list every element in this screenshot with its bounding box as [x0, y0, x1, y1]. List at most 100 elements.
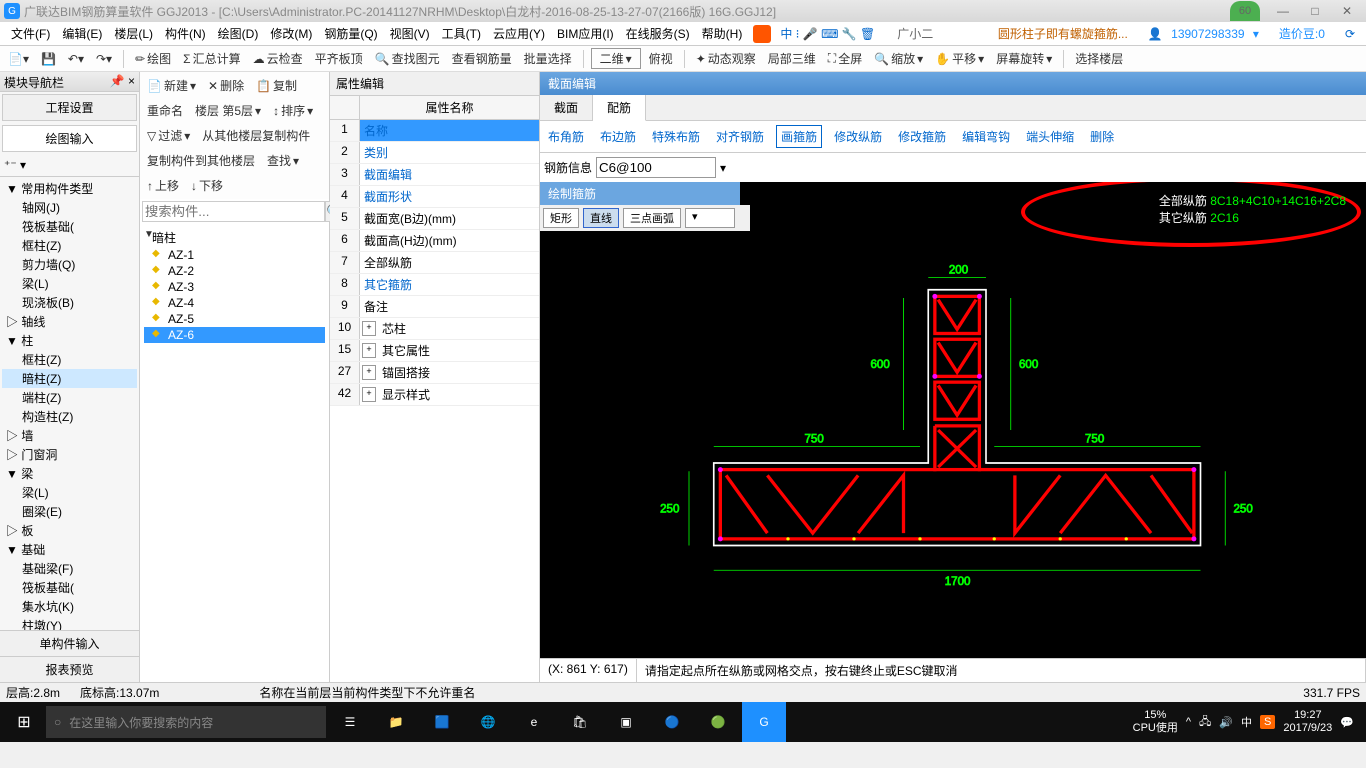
app-icon-5[interactable]: G [742, 702, 786, 742]
tree-item[interactable]: 筏板基础( [2, 578, 137, 597]
tree-item[interactable]: 现浇板(B) [2, 293, 137, 312]
start-button[interactable]: ⊞ [4, 702, 44, 742]
coin-label[interactable]: 造价豆:0 [1274, 23, 1330, 44]
ime-icon[interactable] [753, 25, 771, 43]
component-list[interactable]: 暗柱AZ-1AZ-2AZ-3AZ-4AZ-5AZ-6 [140, 224, 329, 682]
prop-row[interactable]: 5截面宽(B边)(mm) [330, 208, 539, 230]
notification-icon[interactable]: 💬 [1340, 716, 1354, 729]
folder-icon[interactable]: 📁 [374, 702, 418, 742]
fullscreen-button[interactable]: ⛶ 全屏 [824, 48, 866, 69]
copy-to-button[interactable]: 复制构件到其他楼层 [143, 150, 259, 171]
rebar-dropdown-icon[interactable]: ▾ [720, 161, 726, 175]
prop-row[interactable]: 15+其它属性 [330, 340, 539, 362]
arc-tool[interactable]: 三点画弧 [623, 208, 681, 228]
menu-modify[interactable]: 修改(M) [265, 23, 317, 44]
copy-comp-button[interactable]: 📋 复制 [252, 75, 301, 96]
line-tool[interactable]: 直线 [583, 208, 619, 228]
tab-rebar[interactable]: 配筋 [593, 95, 646, 121]
zoom-button[interactable]: 🔍 缩放 ▾ [870, 48, 927, 69]
align-button[interactable]: 平齐板顶 [311, 48, 367, 69]
tree-item[interactable]: 端柱(Z) [2, 388, 137, 407]
prop-row[interactable]: 2类别 [330, 142, 539, 164]
local3d-button[interactable]: 局部三维 [764, 48, 820, 69]
del-comp-button[interactable]: ✕ 删除 [204, 75, 248, 96]
list-item[interactable]: AZ-2 [144, 263, 325, 279]
draw-button[interactable]: ✏ 绘图 [131, 48, 175, 69]
menu-draw[interactable]: 绘图(D) [213, 23, 264, 44]
blank-select[interactable]: ▾ [685, 208, 735, 228]
report-tab[interactable]: 报表预览 [0, 656, 139, 682]
tree-item[interactable]: 框柱(Z) [2, 350, 137, 369]
tree-item[interactable]: 基础梁(F) [2, 559, 137, 578]
tree-item[interactable]: 筏板基础( [2, 217, 137, 236]
menu-online[interactable]: 在线服务(S) [621, 23, 695, 44]
close-button[interactable]: ✕ [1332, 1, 1362, 21]
edit-hook-button[interactable]: 编辑弯钩 [958, 126, 1014, 147]
prop-row[interactable]: 7全部纵筋 [330, 252, 539, 274]
search-input[interactable] [142, 201, 325, 222]
list-item[interactable]: AZ-3 [144, 279, 325, 295]
edge-rebar-button[interactable]: 布边筋 [596, 126, 640, 147]
tree-item[interactable]: 暗柱(Z) [2, 369, 137, 388]
new-comp-button[interactable]: 📄 新建 ▾ [143, 75, 200, 96]
prop-row[interactable]: 10+芯柱 [330, 318, 539, 340]
find-comp-button[interactable]: 查找 ▾ [263, 150, 303, 171]
prop-row[interactable]: 1名称 [330, 120, 539, 142]
select-floor-button[interactable]: 选择楼层 [1071, 48, 1127, 69]
move-down-button[interactable]: ↓ 下移 [187, 175, 227, 196]
cloud-check-button[interactable]: ☁ 云检查 [249, 48, 307, 69]
tree-item[interactable]: ▷ 轴线 [2, 312, 137, 331]
floor-select[interactable]: 楼层 第5层 ▾ [191, 100, 265, 121]
task-view-icon[interactable]: ☰ [328, 702, 372, 742]
tab-section[interactable]: 截面 [540, 95, 593, 120]
tree-item[interactable]: ▼ 柱 [2, 331, 137, 350]
app-icon-1[interactable]: 🟦 [420, 702, 464, 742]
pan-button[interactable]: ✋ 平移 ▾ [931, 48, 988, 69]
menu-bim[interactable]: BIM应用(I) [552, 23, 619, 44]
app-icon-4[interactable]: 🟢 [696, 702, 740, 742]
menu-floor[interactable]: 楼层(L) [109, 23, 158, 44]
top-view-button[interactable]: 俯视 [645, 48, 677, 69]
filter-button[interactable]: ▽ 过滤 ▾ [143, 125, 194, 146]
tree-item[interactable]: ▷ 门窗洞 [2, 445, 137, 464]
draw-hoop-button[interactable]: 画箍筋 [776, 125, 822, 148]
rebar-info-input[interactable] [596, 157, 716, 178]
cpu-meter[interactable]: 15%CPU使用 [1133, 709, 1178, 735]
drawing-canvas[interactable]: 绘制箍筋 矩形 直线 三点画弧 ▾ 全部纵筋 8C18+4C10+14C16+2… [540, 182, 1366, 658]
tray-net-icon[interactable]: 🖧 [1199, 713, 1211, 732]
corner-rebar-button[interactable]: 布角筋 [544, 126, 588, 147]
edge-icon[interactable]: e [512, 702, 556, 742]
mod-long-button[interactable]: 修改纵筋 [830, 126, 886, 147]
tree-item[interactable]: ▷ 墙 [2, 426, 137, 445]
tree-item[interactable]: 柱墩(Y) [2, 616, 137, 630]
menu-rebar[interactable]: 钢筋量(Q) [319, 23, 382, 44]
tab-draw[interactable]: 绘图输入 [2, 125, 137, 152]
undo-button[interactable]: ↶▾ [64, 50, 88, 68]
tree-item[interactable]: 梁(L) [2, 274, 137, 293]
redo-button[interactable]: ↷▾ [92, 50, 116, 68]
menu-tools[interactable]: 工具(T) [437, 23, 486, 44]
menu-cloud[interactable]: 云应用(Y) [488, 23, 550, 44]
tree-item[interactable]: 集水坑(K) [2, 597, 137, 616]
list-item[interactable]: AZ-6 [144, 327, 325, 343]
save-button[interactable]: 💾 [37, 50, 60, 68]
taskbar-search[interactable]: ○ 在这里输入你要搜索的内容 [46, 706, 326, 738]
prop-row[interactable]: 42+显示样式 [330, 384, 539, 406]
component-tree[interactable]: ▼ 常用构件类型 轴网(J) 筏板基础( 框柱(Z) 剪力墙(Q) 梁(L) 现… [0, 177, 139, 630]
maximize-button[interactable]: □ [1300, 1, 1330, 21]
view-mode-select[interactable]: 二维 ▾ [591, 48, 641, 69]
tree-item[interactable]: ▷ 板 [2, 521, 137, 540]
move-up-button[interactable]: ↑ 上移 [143, 175, 183, 196]
list-root[interactable]: 暗柱 [144, 228, 325, 247]
tree-item[interactable]: 圈梁(E) [2, 502, 137, 521]
tray-vol-icon[interactable]: 🔊 [1219, 716, 1233, 729]
tray-s-icon[interactable]: S [1260, 715, 1275, 729]
sort-button[interactable]: ↕ 排序 ▾ [269, 100, 317, 121]
sum-button[interactable]: Σ 汇总计算 [179, 48, 244, 69]
tree-item[interactable]: 轴网(J) [2, 198, 137, 217]
list-item[interactable]: AZ-1 [144, 247, 325, 263]
delete-rebar-button[interactable]: 删除 [1086, 126, 1118, 147]
prop-row[interactable]: 4截面形状 [330, 186, 539, 208]
prop-row[interactable]: 3截面编辑 [330, 164, 539, 186]
list-item[interactable]: AZ-5 [144, 311, 325, 327]
